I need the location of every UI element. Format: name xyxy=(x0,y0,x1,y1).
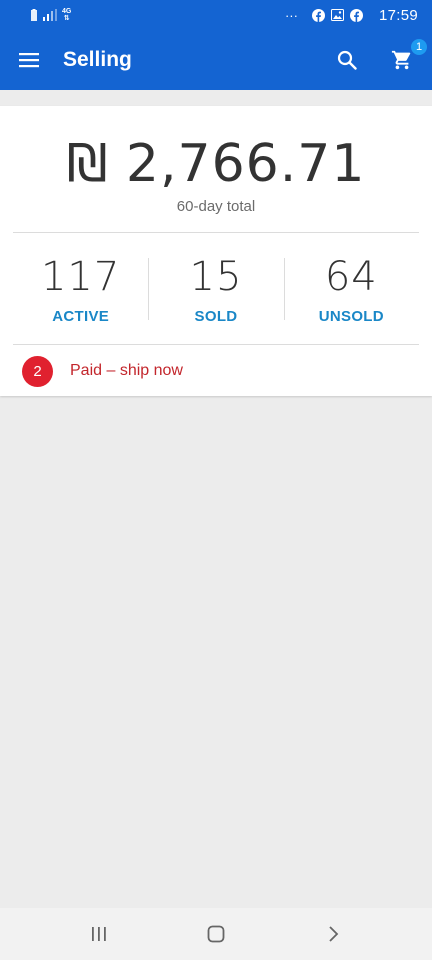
stat-label: ACTIVE xyxy=(52,308,110,325)
stat-unsold[interactable]: 64 UNSOLD xyxy=(283,254,419,334)
recent-apps-button[interactable] xyxy=(69,908,129,960)
stat-value: 117 xyxy=(40,254,121,300)
cart-icon xyxy=(391,50,411,70)
stat-sold[interactable]: 15 SOLD xyxy=(148,254,283,334)
search-button[interactable] xyxy=(322,30,372,90)
alert-text: Paid – ship now xyxy=(70,362,183,379)
system-nav-bar xyxy=(0,908,432,960)
page-title: Selling xyxy=(63,48,132,71)
stats-row: 117 ACTIVE 15 SOLD 64 UNSOLD xyxy=(13,254,419,334)
app-bar: Selling 1 xyxy=(0,30,432,90)
stat-value: 64 xyxy=(324,254,378,300)
facebook-icon xyxy=(311,8,325,22)
divider xyxy=(13,232,419,233)
network-type: 4G xyxy=(62,8,72,15)
stat-label: SOLD xyxy=(194,308,238,325)
home-button[interactable] xyxy=(186,908,246,960)
total-amount[interactable]: ₪ 2,766.71 xyxy=(0,134,432,194)
stat-value: 15 xyxy=(189,254,243,300)
stat-active[interactable]: 117 ACTIVE xyxy=(13,254,148,334)
status-right: ··· 17:59 xyxy=(285,7,418,24)
selling-summary-card: ₪ 2,766.71 60-day total 117 ACTIVE 15 SO… xyxy=(0,106,432,396)
recent-apps-icon xyxy=(91,927,106,941)
cart-button[interactable]: 1 xyxy=(372,30,432,90)
more-notifications-icon: ··· xyxy=(284,7,298,23)
status-left: 4G ⇅ xyxy=(30,8,71,22)
divider xyxy=(13,344,419,345)
menu-button[interactable] xyxy=(0,30,58,90)
clock: 17:59 xyxy=(378,6,418,24)
back-button[interactable] xyxy=(303,908,363,960)
alert-count-badge: 2 xyxy=(22,355,53,387)
status-bar: 4G ⇅ ··· 17:59 xyxy=(0,0,432,30)
home-icon xyxy=(207,925,225,943)
total-period-label: 60-day total xyxy=(176,198,256,215)
search-icon xyxy=(337,50,357,70)
signal-icon xyxy=(43,9,57,21)
cart-count-badge: 1 xyxy=(411,39,427,55)
back-icon xyxy=(329,926,339,942)
stat-label: UNSOLD xyxy=(318,308,384,325)
data-arrows-icon: ⇅ xyxy=(63,15,70,22)
gallery-icon xyxy=(330,9,344,21)
facebook-icon xyxy=(349,8,363,22)
menu-icon xyxy=(19,53,39,68)
battery-icon xyxy=(30,8,38,22)
paid-ship-now-row[interactable]: 2 Paid – ship now xyxy=(22,355,183,387)
network-indicator: 4G ⇅ xyxy=(62,8,71,22)
